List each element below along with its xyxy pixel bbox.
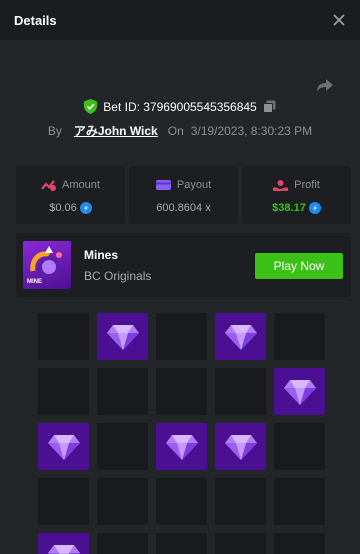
payout-stat: Payout 600.8604 x [129,166,238,224]
profit-stat: Profit $38.17 [242,166,351,224]
empty-tile [215,533,266,554]
gem-icon [224,324,257,350]
empty-tile [38,478,89,525]
amount-stat: Amount $0.06 [16,166,125,224]
gem-tile [215,313,266,360]
bet-id-text: Bet ID: 37969005545356845 [103,99,257,114]
empty-tile [274,533,325,554]
verified-shield-icon [84,99,98,114]
wallet-icon [155,179,171,190]
gem-icon [47,434,80,460]
empty-tile [38,313,89,360]
gem-tile [97,313,148,360]
modal-title: Details [14,12,57,28]
gem-tile [38,423,89,470]
empty-tile [215,368,266,415]
profit-value: $38.17 [272,201,306,214]
gem-tile [156,423,207,470]
profit-label: Profit [294,178,320,191]
bet-stats: Amount $0.06 Payout 600.8604 x Profit $3… [16,166,351,224]
share-icon[interactable] [316,76,334,94]
play-now-button[interactable]: Play Now [255,253,343,279]
amount-value: $0.06 [49,201,77,214]
by-label: By [47,123,62,138]
on-label: On [167,123,184,138]
empty-tile [97,533,148,554]
empty-tile [156,533,207,554]
bet-datetime: 3/19/2023, 8:30:23 PM [190,123,313,138]
gem-icon [106,324,139,350]
modal-header: Details [0,0,360,40]
coin-icon [79,201,92,214]
bet-id-row: Bet ID: 37969005545356845 [0,99,360,114]
gem-tile [215,423,266,470]
payout-label: Payout [176,178,212,191]
profit-icon [273,179,289,191]
bet-byline: By アみJohn Wick On 3/19/2023, 8:30:23 PM [0,122,360,139]
close-icon[interactable] [328,9,350,31]
empty-tile [215,478,266,525]
empty-tile [97,478,148,525]
game-card: MINE Mines BC Originals Play Now [16,233,351,297]
empty-tile [97,423,148,470]
empty-tile [156,478,207,525]
empty-tile [274,313,325,360]
empty-tile [274,478,325,525]
game-provider: BC Originals [84,269,152,283]
empty-tile [38,368,89,415]
gem-tile [274,368,325,415]
payout-value: 600.8604 x [156,201,211,214]
username-link[interactable]: アみJohn Wick [74,122,158,139]
thumbnail-text: MINE [27,279,42,285]
coin-icon [308,201,321,214]
empty-tile [156,368,207,415]
amount-label: Amount [62,178,100,191]
amount-icon [41,179,57,191]
gem-tile [38,533,89,554]
mines-board [38,313,325,554]
mines-thumbnail[interactable]: MINE [23,241,71,289]
empty-tile [97,368,148,415]
gem-icon [165,434,198,460]
copy-icon[interactable] [262,100,276,113]
gem-icon [224,434,257,460]
gem-icon [47,544,80,554]
empty-tile [274,423,325,470]
gem-icon [283,379,316,405]
empty-tile [156,313,207,360]
game-name: Mines [84,248,119,262]
